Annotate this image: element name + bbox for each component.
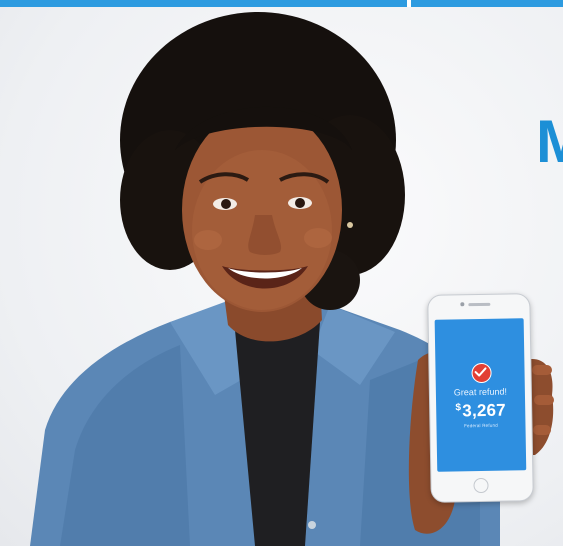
phone-speaker bbox=[468, 302, 491, 307]
phone-screen: Great refund! $3,267 Federal Refund bbox=[434, 318, 527, 472]
refund-amount-value: 3,267 bbox=[462, 400, 507, 421]
refund-title: Great refund! bbox=[453, 386, 507, 398]
home-button bbox=[473, 477, 489, 494]
smartphone: Great refund! $3,267 Federal Refund bbox=[427, 293, 534, 503]
hero-banner: M Great refund! $3,267 Federal Refund bbox=[0, 0, 563, 546]
refund-amount: $3,267 bbox=[436, 400, 525, 422]
refund-caption: Federal Refund bbox=[464, 422, 498, 429]
currency-symbol: $ bbox=[455, 402, 462, 414]
phone-camera bbox=[460, 302, 465, 307]
checkmark-icon bbox=[471, 362, 492, 384]
